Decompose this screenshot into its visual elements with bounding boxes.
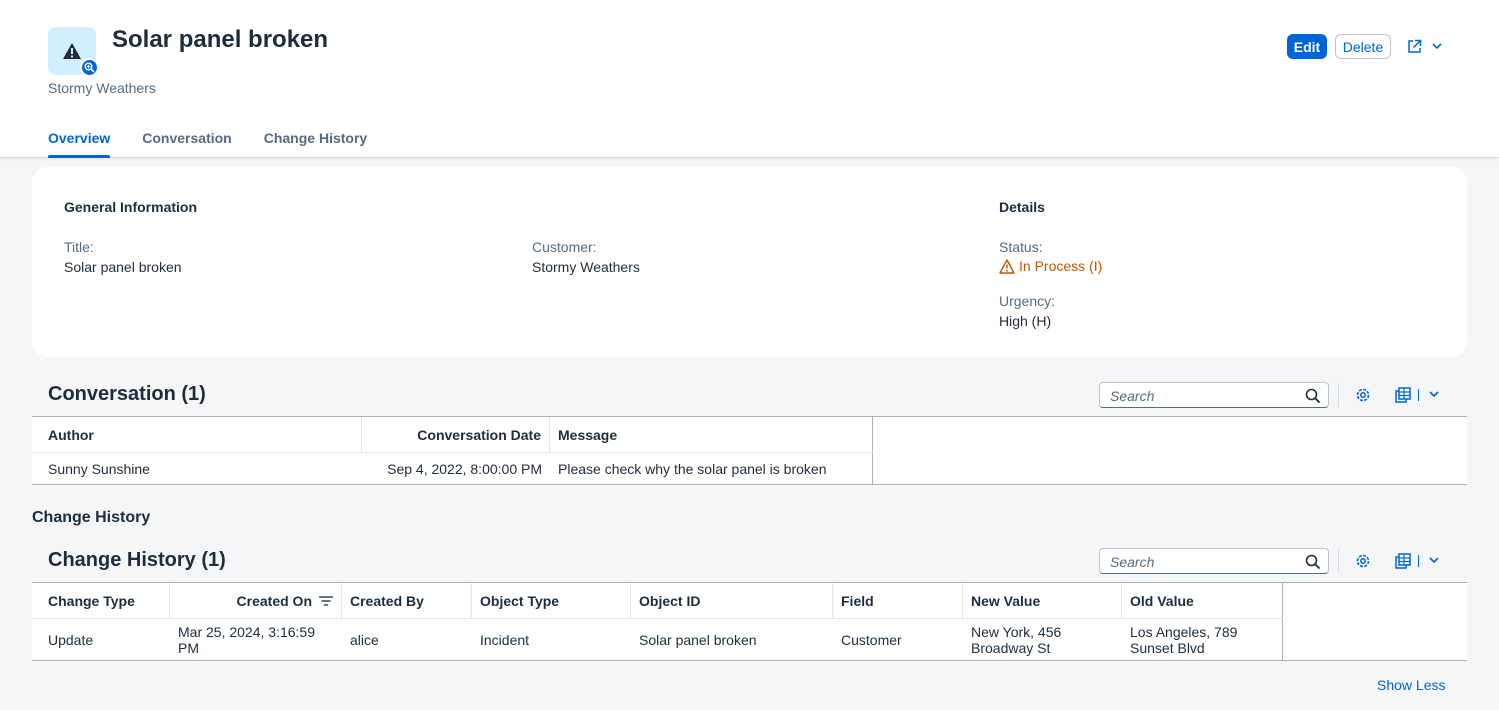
title-value: Solar panel broken	[64, 259, 182, 275]
cell-old-value: Los Angeles, 789 Sunset Blvd	[1130, 624, 1238, 656]
share-menu-button[interactable]	[1403, 34, 1447, 59]
export-icon[interactable]	[1395, 553, 1411, 569]
change-history-table-title: Change History (1)	[48, 549, 226, 571]
edit-button[interactable]: Edit	[1287, 34, 1327, 59]
column-header-message[interactable]: Message	[550, 417, 873, 452]
cell-field: Customer	[841, 632, 902, 648]
search-icon[interactable]	[1305, 554, 1321, 570]
change-history-table: Change Type Created On Created By Object…	[32, 582, 1467, 661]
cell-created-on: Mar 25, 2024, 3:16:59 PM	[178, 624, 315, 656]
cell-change-type: Update	[48, 632, 94, 648]
chevron-down-icon[interactable]	[1428, 556, 1440, 566]
cell-object-type: Incident	[480, 632, 530, 648]
toolbar-separator	[1338, 383, 1339, 407]
table-row[interactable]: Sunny Sunshine Sep 4, 2022, 8:00:00 PM P…	[32, 453, 873, 485]
status-text: In Process (I)	[1019, 258, 1103, 274]
chevron-down-icon[interactable]	[1428, 390, 1440, 400]
conversation-search-input[interactable]: Search	[1099, 382, 1329, 408]
settings-icon[interactable]	[1355, 553, 1371, 569]
customer-value: Stormy Weathers	[532, 259, 640, 275]
chevron-down-icon	[1432, 43, 1442, 50]
cell-conversation-date: Sep 4, 2022, 8:00:00 PM	[387, 461, 542, 477]
urgency-label: Urgency:	[999, 293, 1056, 309]
share-icon	[1408, 39, 1422, 53]
tab-bar: Overview Conversation Change History	[48, 124, 399, 158]
zoom-icon[interactable]	[80, 58, 99, 77]
page-subtitle: Stormy Weathers	[48, 80, 156, 96]
overview-card: General Information Title: Solar panel b…	[32, 167, 1467, 357]
urgency-value: High (H)	[999, 313, 1052, 329]
column-header-author[interactable]: Author	[32, 417, 362, 452]
export-icon[interactable]	[1395, 387, 1411, 403]
split-separator	[1418, 555, 1419, 567]
conversation-table: Author Conversation Date Message Sunny S…	[32, 416, 1467, 485]
warning-icon	[999, 258, 1015, 274]
conversation-table-title: Conversation (1)	[48, 383, 206, 405]
column-header-change-type[interactable]: Change Type	[32, 583, 170, 618]
details-heading: Details	[999, 199, 1045, 215]
toolbar-separator	[1338, 549, 1339, 573]
tab-overview[interactable]: Overview	[48, 124, 111, 158]
settings-icon[interactable]	[1355, 387, 1371, 403]
customer-label: Customer:	[532, 239, 597, 255]
change-history-section-title: Change History	[32, 509, 151, 526]
cell-new-value: New York, 456 Broadway St	[971, 624, 1062, 656]
search-icon[interactable]	[1305, 388, 1321, 404]
show-less-link[interactable]: Show Less	[1377, 677, 1445, 693]
column-header-created-on-label: Created On	[236, 592, 312, 609]
column-header-conversation-date[interactable]: Conversation Date	[362, 417, 550, 452]
column-header-created-on[interactable]: Created On	[170, 583, 342, 618]
warning-icon	[63, 43, 81, 59]
table-header-row: Author Conversation Date Message	[32, 417, 873, 453]
object-page-header: Solar panel broken Stormy Weathers Edit …	[0, 0, 1499, 158]
column-header-object-type[interactable]: Object Type	[472, 583, 631, 618]
status-label: Status:	[999, 239, 1043, 255]
table-row[interactable]: Update Mar 25, 2024, 3:16:59 PM alice In…	[32, 619, 1283, 661]
split-separator	[1418, 389, 1419, 401]
column-header-old-value[interactable]: Old Value	[1122, 583, 1283, 618]
delete-button[interactable]: Delete	[1335, 34, 1391, 59]
cell-author: Sunny Sunshine	[48, 461, 150, 477]
search-placeholder: Search	[1110, 554, 1155, 570]
page-title: Solar panel broken	[112, 26, 329, 53]
cell-created-by: alice	[350, 632, 379, 648]
table-header-row: Change Type Created On Created By Object…	[32, 583, 1283, 619]
column-header-new-value[interactable]: New Value	[963, 583, 1122, 618]
status-value: In Process (I)	[999, 258, 1102, 274]
column-header-field[interactable]: Field	[833, 583, 963, 618]
change-history-search-input[interactable]: Search	[1099, 548, 1329, 574]
sort-icon	[319, 595, 333, 606]
cell-object-id: Solar panel broken	[639, 632, 757, 648]
general-information-heading: General Information	[64, 199, 198, 215]
cell-message: Please check why the solar panel is brok…	[558, 461, 827, 477]
tab-change-history[interactable]: Change History	[264, 124, 367, 158]
title-label: Title:	[64, 239, 94, 255]
tab-conversation[interactable]: Conversation	[142, 124, 231, 158]
search-placeholder: Search	[1110, 388, 1155, 404]
column-header-object-id[interactable]: Object ID	[631, 583, 833, 618]
column-header-created-by[interactable]: Created By	[342, 583, 472, 618]
